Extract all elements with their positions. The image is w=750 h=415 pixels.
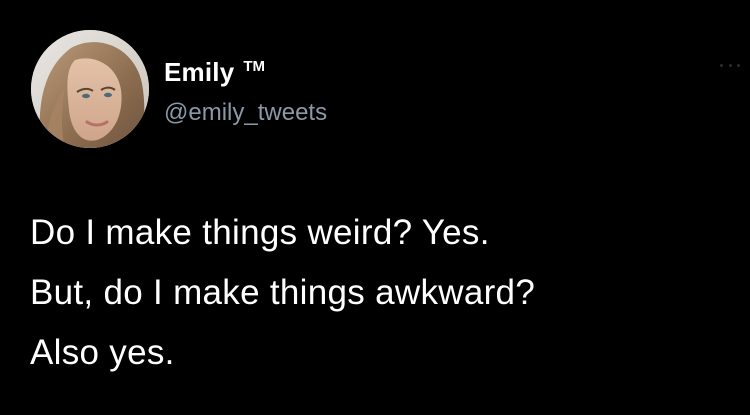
- tweet-text-line: But, do I make things awkward?: [30, 273, 536, 312]
- user-handle[interactable]: @emily_tweets: [164, 98, 327, 128]
- tweet-card: Emily TM @emily_tweets Do I make things …: [0, 0, 750, 415]
- name-suffix: TM: [243, 58, 266, 75]
- avatar[interactable]: [31, 30, 149, 148]
- tweet-text: Do I make things weird? Yes. But, do I m…: [30, 203, 730, 383]
- dot-icon: [720, 63, 723, 67]
- display-name[interactable]: Emily: [164, 56, 234, 88]
- dot-icon: [728, 63, 732, 67]
- author-name-row[interactable]: Emily TM: [164, 56, 265, 92]
- tweet-text-line: Do I make things weird? Yes.: [30, 213, 490, 252]
- more-options-icon[interactable]: [720, 60, 740, 70]
- tweet-text-line: Also yes.: [30, 333, 175, 372]
- avatar-photo: [31, 30, 149, 148]
- dot-icon: [737, 63, 740, 67]
